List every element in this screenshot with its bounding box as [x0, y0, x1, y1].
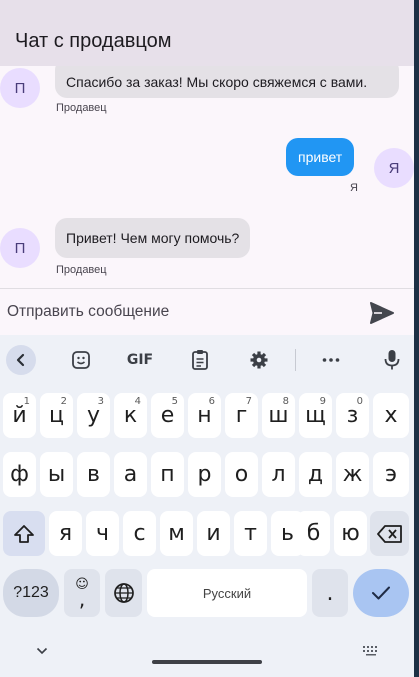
key-э[interactable]: э	[373, 452, 409, 497]
message-text: привет	[298, 149, 343, 165]
key-г[interactable]: г7	[225, 393, 258, 438]
key-hint: 5	[171, 396, 178, 407]
key-hint: 8	[282, 396, 289, 407]
key-щ[interactable]: щ9	[299, 393, 332, 438]
message-sender: Продавец	[56, 102, 107, 114]
key-р[interactable]: р	[188, 452, 221, 497]
key-и[interactable]: и	[197, 511, 230, 556]
key-hint: 3	[97, 396, 104, 407]
key-у[interactable]: у3	[77, 393, 110, 438]
key-з[interactable]: з0	[336, 393, 369, 438]
seller-avatar: П	[0, 228, 40, 268]
symbols-key[interactable]: ?123	[3, 569, 59, 617]
page-title: Чат с продавцом	[15, 30, 172, 52]
key-я[interactable]: я	[49, 511, 82, 556]
gif-button[interactable]: GIF	[124, 347, 156, 373]
emoji-sticker-icon[interactable]	[69, 347, 93, 373]
key-hint: 2	[60, 396, 67, 407]
key-hint: 6	[208, 396, 215, 407]
home-indicator[interactable]	[152, 660, 262, 664]
language-key[interactable]	[105, 569, 142, 617]
key-hint: 9	[319, 396, 326, 407]
key-й[interactable]: й1	[3, 393, 36, 438]
key-hint: 1	[23, 396, 30, 407]
seller-avatar: П	[0, 68, 40, 108]
key-ф[interactable]: ф	[3, 452, 36, 497]
key-т[interactable]: т	[234, 511, 267, 556]
message-text: Спасибо за заказ! Мы скоро свяжемся с ва…	[66, 74, 368, 90]
keyboard-switch-icon[interactable]	[362, 645, 380, 657]
globe-icon	[113, 583, 134, 603]
chevron-down-icon[interactable]	[36, 647, 48, 655]
keyboard-toolbar: GIF	[0, 335, 414, 385]
key-hint: 4	[134, 396, 141, 407]
message-bubble-me: привет	[286, 138, 355, 176]
key-а[interactable]: а	[114, 452, 147, 497]
onscreen-keyboard: GIF й1 ц2 у3 к4 е5 н6 г7 ш8 щ9 з0 х ф ы …	[0, 335, 414, 677]
shift-key[interactable]	[3, 511, 45, 556]
message-sender: Я	[350, 182, 358, 194]
message-bubble-seller: Привет! Чем могу помочь?	[55, 218, 251, 258]
key-с[interactable]: с	[123, 511, 156, 556]
key-hint: 0	[356, 396, 363, 407]
key-ж[interactable]: ж	[336, 452, 369, 497]
more-icon[interactable]	[319, 347, 343, 373]
enter-key[interactable]	[353, 569, 409, 617]
key-д[interactable]: д	[299, 452, 332, 497]
key-hint: 7	[245, 396, 252, 407]
screen-edge	[414, 0, 419, 677]
key-о[interactable]: о	[225, 452, 258, 497]
key-н[interactable]: н6	[188, 393, 221, 438]
key-в[interactable]: в	[77, 452, 110, 497]
key-ы[interactable]: ы	[40, 452, 73, 497]
navigation-bar	[0, 635, 414, 677]
key-л[interactable]: л	[262, 452, 295, 497]
app-bar: Чат с продавцом	[0, 0, 414, 66]
chat-screen: Чат с продавцом П Спасибо за заказ! Мы с…	[0, 0, 414, 677]
message-bubble-seller: Спасибо за заказ! Мы скоро свяжемся с ва…	[55, 66, 399, 98]
send-icon[interactable]	[370, 302, 394, 324]
period-key[interactable]: .	[312, 569, 348, 617]
key-б[interactable]: б	[297, 511, 330, 556]
key-ш[interactable]: ш8	[262, 393, 295, 438]
key-х[interactable]: х	[373, 393, 409, 438]
backspace-icon	[376, 524, 402, 543]
key-ч[interactable]: ч	[86, 511, 119, 556]
check-icon	[372, 586, 390, 600]
key-label: х	[384, 403, 398, 428]
toolbar-separator	[295, 349, 296, 371]
message-list[interactable]: П Спасибо за заказ! Мы скоро свяжемся с …	[0, 66, 414, 288]
backspace-key[interactable]	[370, 511, 409, 556]
key-ц[interactable]: ц2	[40, 393, 73, 438]
message-composer: Отправить сообщение	[0, 289, 414, 335]
message-input[interactable]: Отправить сообщение	[7, 303, 169, 321]
key-ю[interactable]: ю	[334, 511, 367, 556]
settings-icon[interactable]	[247, 347, 271, 373]
emoji-comma-key[interactable]: ☺ ,	[64, 569, 100, 617]
comma-label: ,	[78, 586, 86, 611]
key-п[interactable]: п	[151, 452, 184, 497]
shift-icon	[14, 524, 34, 543]
message-sender: Продавец	[56, 264, 107, 276]
my-avatar: Я	[374, 148, 414, 188]
key-м[interactable]: м	[160, 511, 193, 556]
mic-icon[interactable]	[380, 347, 404, 373]
clipboard-icon[interactable]	[188, 347, 212, 373]
key-к[interactable]: к4	[114, 393, 147, 438]
message-text: Привет! Чем могу помочь?	[66, 230, 240, 246]
back-icon[interactable]	[6, 345, 36, 375]
key-е[interactable]: е5	[151, 393, 184, 438]
space-key[interactable]: Русский	[147, 569, 307, 617]
